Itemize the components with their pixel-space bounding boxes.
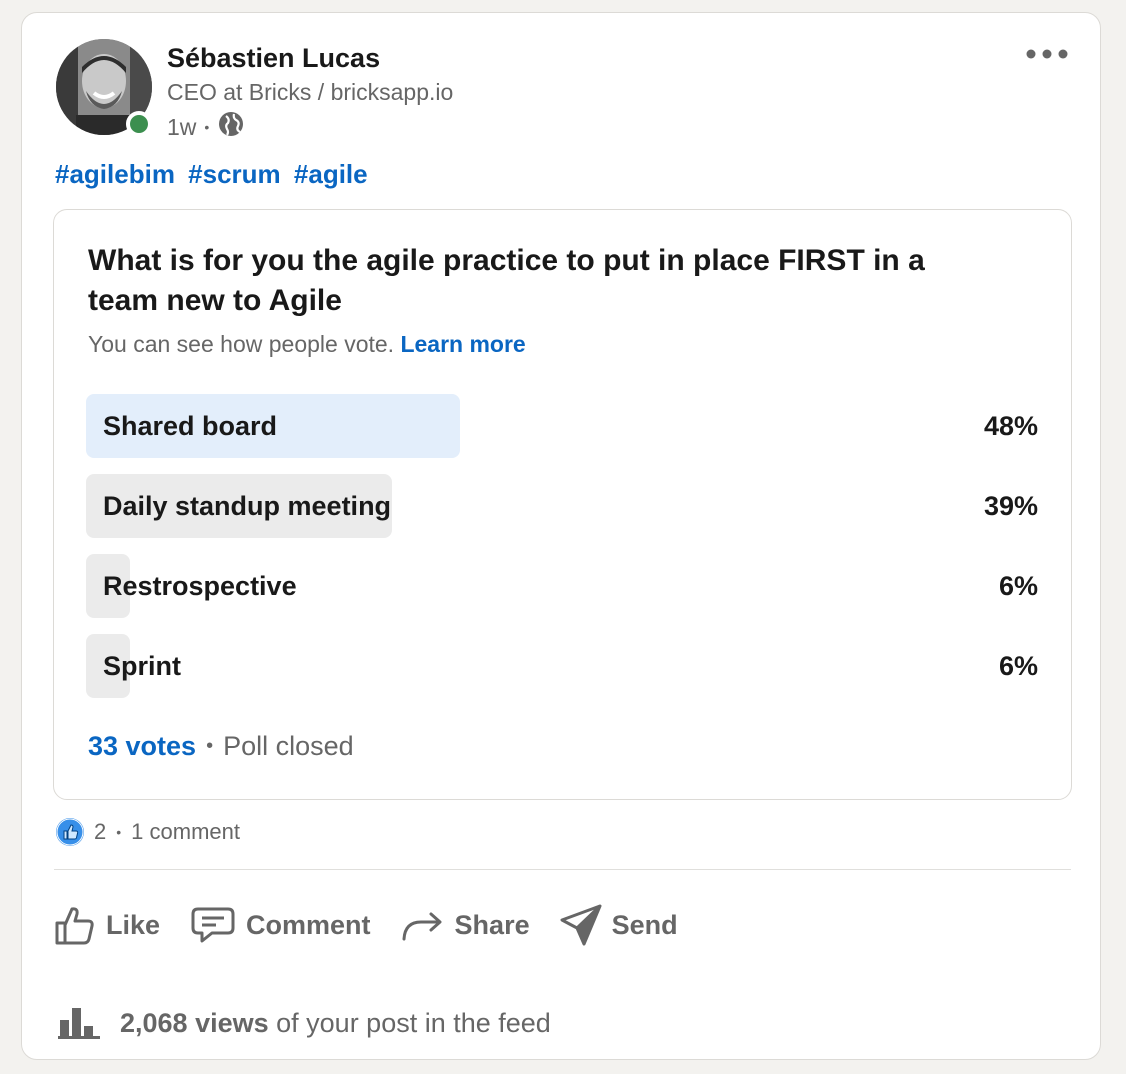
- poll-option: Shared board 48%: [86, 394, 1038, 458]
- poll-option-label: Sprint: [103, 651, 181, 681]
- poll-note: You can see how people vote. Learn more: [88, 331, 526, 358]
- like-label: Like: [106, 909, 161, 940]
- comment-label: Comment: [246, 909, 371, 940]
- online-status-indicator: [126, 111, 152, 137]
- poll-option-percent: 6%: [998, 651, 1038, 681]
- hashtag-link[interactable]: #scrum: [188, 159, 281, 189]
- bar-chart-icon: [58, 1008, 100, 1039]
- author-name[interactable]: Sébastien Lucas: [167, 43, 380, 74]
- votes-count-link[interactable]: 33 votes: [88, 731, 196, 762]
- poll: What is for you the agile practice to pu…: [53, 209, 1072, 800]
- post-actions: Like Comment Share Send: [54, 903, 678, 947]
- post-meta: 1w •: [167, 110, 245, 144]
- author-headline: CEO at Bricks / bricksapp.io: [167, 79, 454, 105]
- globe-icon: [217, 110, 245, 144]
- poll-option-label: Restrospective: [103, 571, 297, 601]
- comments-count[interactable]: 1 comment: [131, 819, 240, 845]
- ellipsis-icon: [1026, 49, 1068, 59]
- share-button[interactable]: Share: [401, 908, 530, 942]
- reactions-count[interactable]: 2: [94, 819, 106, 845]
- post-card: Sébastien Lucas CEO at Bricks / bricksap…: [21, 12, 1101, 1060]
- thumbs-up-icon: [55, 907, 94, 945]
- comment-icon: [191, 907, 235, 943]
- social-counts: 2 • 1 comment: [56, 818, 240, 846]
- comment-button[interactable]: Comment: [190, 905, 371, 945]
- views-suffix: of your post in the feed: [276, 1007, 551, 1038]
- post-views[interactable]: 2,068 views of your post in the feed: [56, 1006, 551, 1040]
- more-options-button[interactable]: [1024, 43, 1070, 65]
- share-arrow-icon: [402, 912, 442, 941]
- hashtag-link[interactable]: #agilebim: [55, 159, 175, 189]
- send-label: Send: [611, 909, 678, 940]
- poll-option-label: Daily standup meeting: [103, 491, 392, 521]
- poll-question: What is for you the agile practice to pu…: [88, 244, 925, 317]
- poll-footer: 33 votes • Poll closed: [88, 731, 354, 762]
- poll-option-label: Shared board: [103, 411, 278, 441]
- meta-separator: •: [204, 119, 210, 135]
- poll-option: Restrospective 6%: [86, 554, 1038, 618]
- views-count: 2,068 views: [120, 1007, 269, 1038]
- like-reaction-icon[interactable]: [56, 818, 84, 846]
- poll-option-percent: 6%: [998, 571, 1038, 601]
- divider: [54, 869, 1071, 870]
- poll-option: Sprint 6%: [86, 634, 1038, 698]
- social-separator: •: [116, 824, 122, 840]
- like-button[interactable]: Like: [54, 903, 160, 947]
- poll-option: Daily standup meeting 39%: [86, 474, 1038, 538]
- poll-note-text: You can see how people vote.: [88, 331, 395, 357]
- hashtags: #agilebim #scrum #agile: [55, 159, 374, 190]
- poll-footer-separator: •: [206, 735, 214, 757]
- poll-status: Poll closed: [223, 731, 354, 761]
- poll-option-percent: 39%: [983, 491, 1038, 521]
- hashtag-link[interactable]: #agile: [294, 159, 368, 189]
- post-time: 1w: [167, 113, 197, 140]
- send-button[interactable]: Send: [560, 904, 678, 946]
- share-label: Share: [454, 909, 530, 940]
- send-icon: [560, 904, 602, 946]
- poll-option-percent: 48%: [983, 411, 1038, 441]
- learn-more-link[interactable]: Learn more: [400, 331, 525, 357]
